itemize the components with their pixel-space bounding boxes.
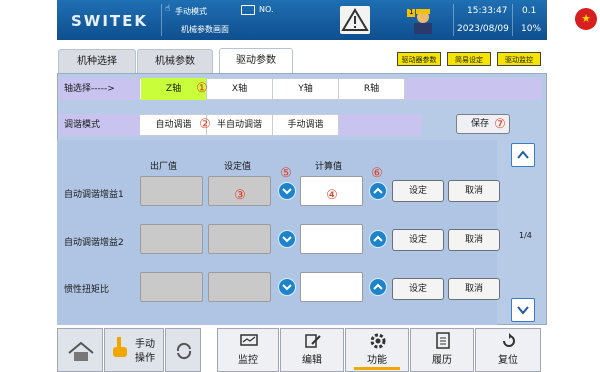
chevron-up-icon[interactable] [369,230,387,248]
chevron-down-icon[interactable] [278,278,296,296]
setting-value[interactable] [208,224,271,254]
header-divider [161,4,162,36]
cancel-button[interactable]: 取消 [448,278,500,300]
manual-label-2: 操作 [135,353,155,364]
page-indicator: 1/4 [519,231,532,240]
setting-value[interactable] [208,272,271,302]
china-flag-icon[interactable]: ★ [575,8,597,30]
axis-x[interactable]: X轴 [207,78,273,100]
monitor-icon [240,334,258,346]
column-computed: 计算值 [315,162,343,172]
marker-6: ⑥ [371,166,383,181]
worker-badge: 1 [409,8,414,16]
edit-button[interactable]: 编辑 [280,328,344,372]
page-down-button[interactable] [511,298,535,322]
active-indicator [354,367,400,370]
chevron-up-icon[interactable] [369,182,387,200]
home-icon [68,341,94,361]
cycle-icon [176,342,192,360]
set-button[interactable]: 设定 [392,180,444,202]
folder-icon [241,5,255,15]
worker-icon[interactable]: 1 [407,6,433,34]
cancel-button[interactable]: 取消 [448,229,500,251]
header-divider [453,4,454,36]
marker-7: ⑦ [494,117,506,132]
row-label: 自动调谐增益2 [64,238,124,248]
tag-driver-params[interactable]: 驱动器参数 [397,52,441,66]
history-label: 履历 [432,355,452,366]
row-label: 惯性扭矩比 [64,285,110,295]
folder-label: NO. [259,5,274,14]
edit-label: 编辑 [302,355,322,366]
tab-drive-params[interactable]: 驱动参数 [219,48,293,74]
history-button[interactable]: 履历 [410,328,474,372]
speed-value: 0.1 [522,6,537,16]
logo: SWITEK [71,12,149,30]
chevron-down-icon[interactable] [278,230,296,248]
factory-value [140,272,203,302]
cancel-button[interactable]: 取消 [448,180,500,202]
reset-label: 复位 [498,355,518,366]
warning-icon[interactable] [340,6,370,34]
speed-percent: 10% [521,24,542,34]
chevron-down-icon[interactable] [278,182,296,200]
tune-manual[interactable]: 手动调谐 [273,114,339,136]
axis-r[interactable]: R轴 [339,78,405,100]
row-label: 自动调谐增益1 [64,190,124,200]
factory-value [140,176,203,206]
edit-icon [305,334,321,348]
factory-value [140,224,203,254]
header-divider [512,4,513,36]
monitor-label: 监控 [238,355,258,366]
clock-time: 15:33:47 [467,6,508,16]
manual-operation-button[interactable]: 手动 操作 [104,328,164,372]
flag-star: ★ [581,12,591,25]
marker-4: ④ [326,188,338,203]
reset-button[interactable]: 复位 [475,328,541,372]
gear-icon [370,333,386,349]
monitor-button[interactable]: 监控 [217,328,279,372]
header-bar: SWITEK ☝ 手动模式 NO. 机械参数画面 1 15:33:47 2023… [57,0,597,40]
tab-machine-params[interactable]: 机械参数 [137,49,213,73]
footer-bar: 手动 操作 监控 编辑 功能 履历 复位 [57,328,547,372]
history-icon [436,332,450,349]
hand-icon: ☝ [165,4,171,14]
marker-5: ⑤ [280,166,292,181]
chevron-up-icon[interactable] [369,278,387,296]
marker-3: ③ [234,188,246,203]
computed-value [300,272,363,302]
tag-simple-setting[interactable]: 简易设定 [447,52,491,66]
tune-semi-auto[interactable]: 半自动调谐 [207,114,273,136]
page-up-button[interactable] [511,143,535,167]
tune-mode-label: 调谐模式 [58,114,140,136]
axis-blank [405,78,542,100]
screen-name: 机械参数画面 [181,25,229,34]
mode-text: 手动模式 [175,7,207,16]
save-label: 保存 [471,119,490,129]
reset-icon [503,333,515,347]
tab-model-select[interactable]: 机种选择 [58,49,136,73]
tune-blank [339,114,422,136]
clock-date: 2023/08/09 [457,24,509,34]
set-button[interactable]: 设定 [392,229,444,251]
cycle-button[interactable] [165,328,201,372]
computed-value [300,224,363,254]
column-factory: 出厂值 [150,162,178,172]
column-setting: 设定值 [224,162,252,172]
axis-select-label: 轴选择-----> [58,78,140,100]
hand-icon [113,337,127,357]
manual-label-1: 手动 [135,339,155,350]
chevron-down-icon [517,306,529,315]
axis-y[interactable]: Y轴 [273,78,339,100]
chevron-up-icon [517,150,529,159]
home-button[interactable] [57,328,103,372]
function-label: 功能 [367,355,387,366]
tag-drive-monitor[interactable]: 驱动监控 [497,52,541,66]
function-button[interactable]: 功能 [345,328,409,372]
set-button[interactable]: 设定 [392,278,444,300]
